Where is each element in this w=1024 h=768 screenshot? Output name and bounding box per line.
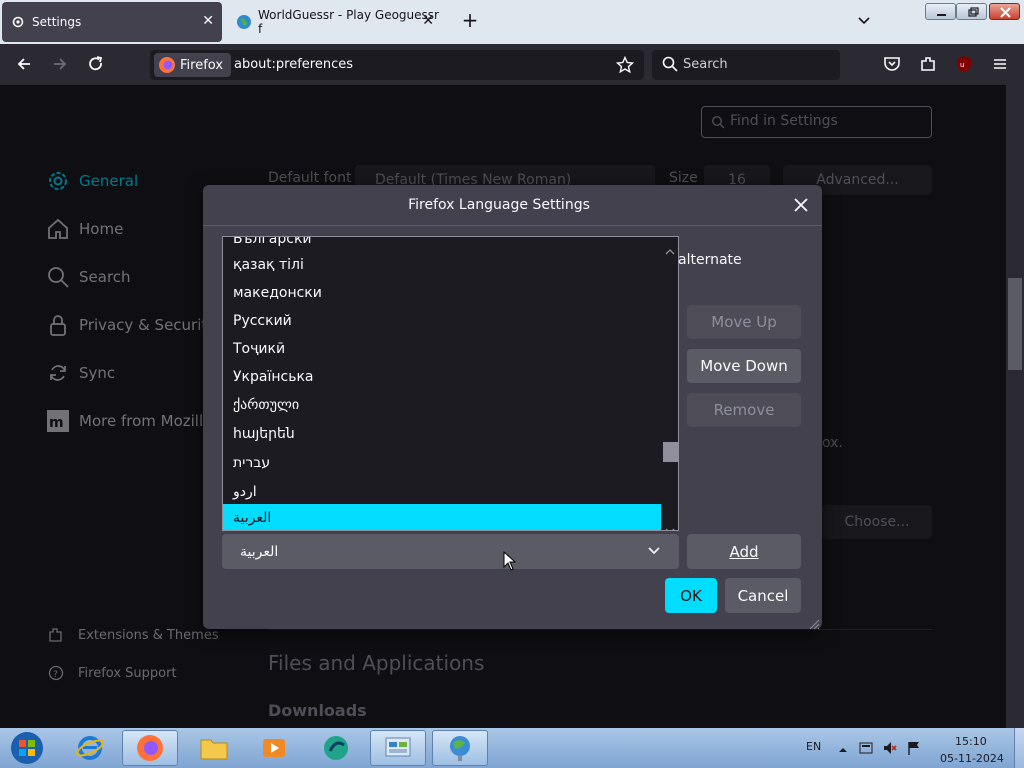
search-placeholder: Search	[683, 57, 728, 72]
clock-time[interactable]: 15:10	[955, 735, 987, 748]
volume-muted-icon[interactable]	[882, 740, 898, 760]
ie-taskbar-icon[interactable]	[62, 730, 118, 766]
folder-taskbar-icon[interactable]	[186, 730, 242, 766]
ok-label: OK	[680, 586, 702, 605]
cancel-label: Cancel	[737, 586, 789, 605]
close-window-button[interactable]	[989, 3, 1020, 20]
list-item[interactable]: Русский	[223, 307, 661, 335]
flag-icon[interactable]	[906, 740, 922, 760]
close-icon[interactable]	[791, 195, 811, 215]
svg-text:u: u	[960, 61, 964, 69]
identity-chip[interactable]: Firefox	[154, 53, 232, 77]
alternate-text: alternate	[678, 252, 742, 268]
firefox-taskbar-icon[interactable]	[122, 730, 178, 766]
list-item[interactable]: հայերեն	[223, 420, 661, 448]
menu-icon[interactable]	[990, 54, 1010, 74]
extensions-icon[interactable]	[918, 54, 938, 74]
back-icon[interactable]	[14, 54, 34, 74]
network-taskbar-icon[interactable]	[432, 730, 488, 766]
list-item-selected[interactable]: العربية	[223, 504, 661, 530]
mouse-cursor-icon	[503, 550, 517, 571]
search-icon	[662, 56, 678, 76]
divider	[203, 225, 822, 226]
url-text[interactable]: about:preferences	[234, 57, 353, 72]
tab-label: Settings	[32, 15, 82, 29]
close-tab-icon[interactable]: ✕	[422, 13, 434, 29]
ok-button[interactable]: OK	[665, 578, 717, 613]
page-scrollbar-thumb[interactable]	[1008, 278, 1022, 370]
move-down-label: Move Down	[700, 357, 788, 375]
star-icon[interactable]	[615, 55, 635, 78]
url-bar[interactable]: Firefox about:preferences	[150, 50, 644, 80]
show-desktop-button[interactable]	[1014, 728, 1024, 768]
reload-icon[interactable]	[86, 54, 106, 74]
tab-settings[interactable]: Settings ✕	[2, 2, 222, 42]
list-item[interactable]: עברית	[223, 449, 661, 477]
list-item[interactable]: қазақ тілі	[223, 251, 661, 279]
language-select[interactable]: العربية	[222, 534, 679, 569]
tray-language[interactable]: EN	[806, 740, 821, 753]
list-item[interactable]: اردو	[223, 478, 661, 506]
media-player-taskbar-icon[interactable]	[246, 730, 302, 766]
taskbar: EN 15:10 05-11-2024	[0, 728, 1024, 768]
chevron-down-icon[interactable]	[665, 520, 675, 530]
chevron-down-icon[interactable]	[856, 12, 872, 28]
tab-label: WorldGuessr - Play Geoguessr f	[258, 8, 439, 36]
list-scrollbar[interactable]	[661, 237, 678, 530]
remove-label: Remove	[713, 401, 775, 419]
start-button[interactable]	[2, 730, 52, 766]
page-scrollbar[interactable]	[1006, 85, 1024, 728]
firefox-icon	[158, 56, 176, 74]
dialog-title: Firefox Language Settings	[408, 197, 590, 213]
resize-grip-icon[interactable]	[808, 615, 820, 630]
cancel-button[interactable]: Cancel	[725, 578, 801, 613]
move-down-button[interactable]: Move Down	[687, 349, 801, 383]
chevron-up-icon[interactable]	[665, 241, 675, 255]
chevron-up-icon[interactable]	[838, 740, 848, 759]
control-panel-taskbar-icon[interactable]	[370, 730, 426, 766]
forward-icon[interactable]	[50, 54, 70, 74]
list-item[interactable]: ქართული	[223, 391, 661, 419]
restore-button[interactable]	[956, 3, 987, 20]
chevron-down-icon	[647, 545, 661, 561]
search-bar[interactable]: Search	[652, 50, 840, 80]
list-item[interactable]: Українська	[223, 363, 661, 391]
action-center-icon[interactable]	[858, 740, 874, 760]
list-scrollbar-thumb[interactable]	[663, 442, 678, 462]
move-up-label: Move Up	[711, 313, 777, 331]
tab-worldguessr[interactable]: WorldGuessr - Play Geoguessr f ✕	[232, 2, 442, 42]
minimize-button[interactable]	[925, 3, 956, 20]
ublock-icon[interactable]: u	[954, 54, 974, 74]
list-item[interactable]: македонски	[223, 279, 661, 307]
firefox-chip-label: Firefox	[180, 57, 224, 73]
tab-strip: Settings ✕ WorldGuessr - Play Geoguessr …	[0, 0, 1024, 44]
pocket-icon[interactable]	[882, 54, 902, 74]
gear-icon	[10, 14, 26, 30]
language-select-value: العربية	[240, 543, 279, 560]
clock-date[interactable]: 05-11-2024	[940, 752, 1004, 765]
globe-icon	[236, 14, 252, 30]
new-tab-button[interactable]: +	[460, 10, 480, 31]
remove-button[interactable]: Remove	[687, 393, 801, 427]
add-label: Add	[729, 542, 759, 561]
nav-bar: Firefox about:preferences Search u	[0, 44, 1024, 85]
add-button[interactable]: Add	[687, 534, 801, 569]
move-up-button[interactable]: Move Up	[687, 305, 801, 339]
close-tab-icon[interactable]: ✕	[202, 13, 214, 29]
list-item[interactable]: Тоҷикӣ	[223, 335, 661, 363]
app-taskbar-icon[interactable]	[308, 730, 364, 766]
language-list[interactable]: Български қазақ тілі македонски Русский …	[222, 236, 679, 531]
